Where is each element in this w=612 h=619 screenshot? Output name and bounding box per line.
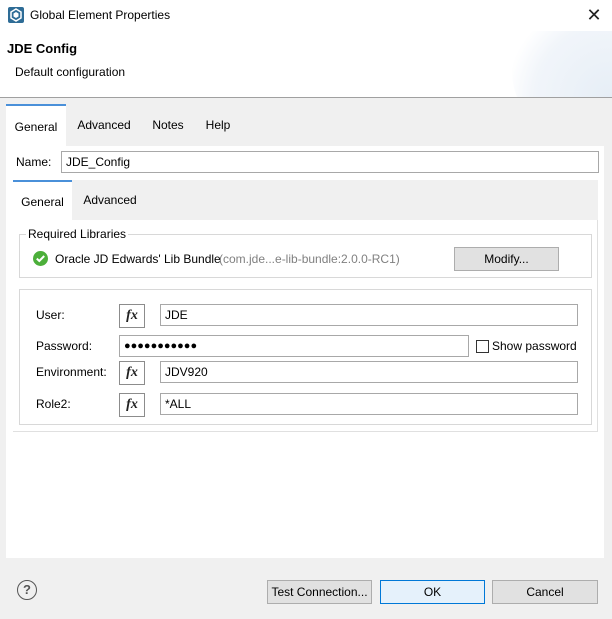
environment-input[interactable]: JDV920 xyxy=(160,361,578,383)
modify-button[interactable]: Modify... xyxy=(454,247,559,271)
user-label: User: xyxy=(36,308,65,322)
cancel-button[interactable]: Cancel xyxy=(492,580,598,604)
library-name: Oracle JD Edwards' Lib Bundle xyxy=(55,252,221,266)
user-fx-button[interactable]: fx xyxy=(119,304,145,328)
environment-label: Environment: xyxy=(36,365,107,379)
show-password-checkbox[interactable] xyxy=(476,340,489,353)
help-icon[interactable]: ? xyxy=(17,580,37,600)
dialog-subtitle: Default configuration xyxy=(15,65,126,79)
tab-general[interactable]: General xyxy=(6,104,66,146)
role-input[interactable]: *ALL xyxy=(160,393,578,415)
name-label: Name: xyxy=(16,155,52,169)
test-connection-button[interactable]: Test Connection... xyxy=(267,580,372,604)
title-bar: Global Element Properties ✕ xyxy=(0,0,612,31)
tab-advanced[interactable]: Advanced xyxy=(68,104,140,146)
library-id: (com.jde...e-lib-bundle:2.0.0-RC1) xyxy=(219,252,400,266)
tab-notes[interactable]: Notes xyxy=(143,104,193,146)
close-icon[interactable]: ✕ xyxy=(582,3,606,27)
outer-tab-bar: General Advanced Notes Help xyxy=(6,104,604,146)
ok-button[interactable]: OK xyxy=(380,580,485,604)
inner-tab-general[interactable]: General xyxy=(13,180,72,220)
user-input[interactable]: JDE xyxy=(160,304,578,326)
role-fx-button[interactable]: fx xyxy=(119,393,145,417)
environment-fx-button[interactable]: fx xyxy=(119,361,145,385)
dialog-header: JDE Config Default configuration xyxy=(0,31,612,97)
window-title: Global Element Properties xyxy=(30,8,171,22)
tab-help[interactable]: Help xyxy=(196,104,240,146)
required-libraries-legend: Required Libraries xyxy=(26,227,129,241)
password-input[interactable]: ●●●●●●●●●●● xyxy=(119,335,469,357)
inner-tab-advanced[interactable]: Advanced xyxy=(74,180,146,220)
inner-tab-bar: General Advanced xyxy=(13,180,598,220)
check-circle-icon xyxy=(33,251,48,266)
name-input[interactable]: JDE_Config xyxy=(61,151,599,173)
app-icon xyxy=(8,7,24,23)
dialog-title: JDE Config xyxy=(7,41,78,56)
password-label: Password: xyxy=(36,339,93,353)
show-password-label[interactable]: Show password xyxy=(492,339,577,353)
header-decoration xyxy=(512,31,612,97)
role-label: Role2: xyxy=(36,397,71,411)
